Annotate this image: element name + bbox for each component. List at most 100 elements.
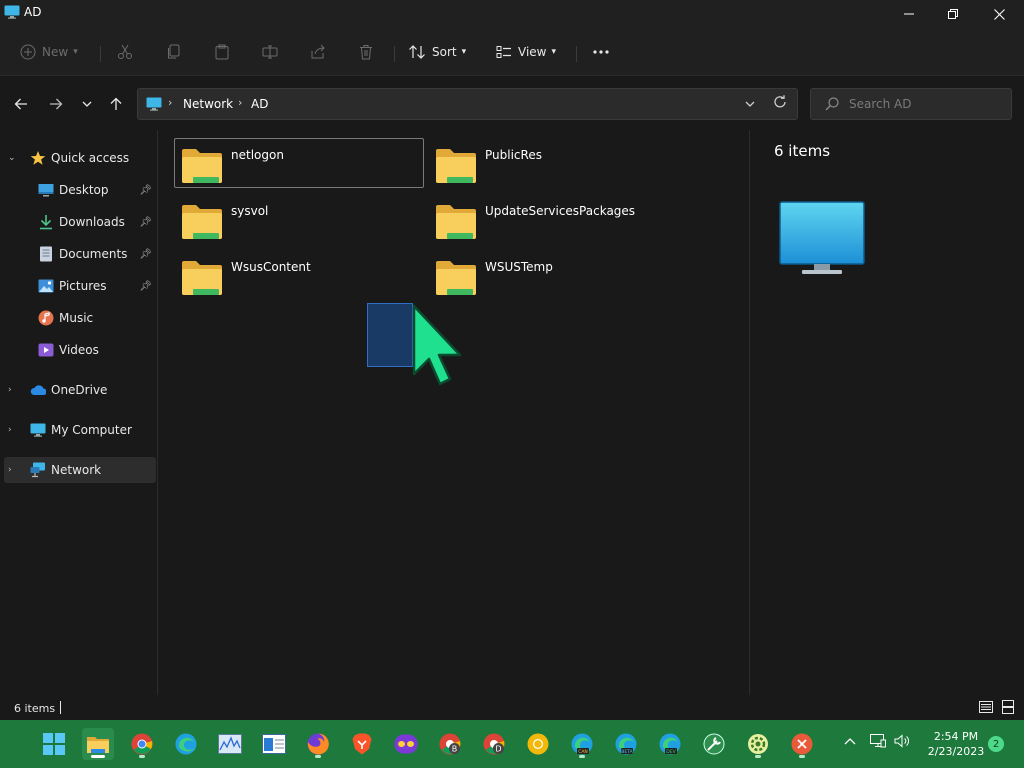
sidebar-item-quick-access[interactable]: ⌄ Quick access (4, 145, 156, 171)
desktop-icon (38, 182, 54, 198)
taskbar-mask-app[interactable] (390, 728, 422, 760)
rename-button[interactable] (262, 38, 278, 66)
breadcrumb-network[interactable]: Network (183, 97, 233, 111)
firefox-icon (307, 733, 329, 755)
address-dropdown-button[interactable] (745, 97, 755, 111)
tiles-view-button[interactable] (1000, 699, 1016, 715)
sidebar-item-downloads[interactable]: Downloads 📌︎ (4, 209, 156, 235)
sort-button[interactable]: Sort ▾ (408, 38, 466, 66)
taskbar-tool-app[interactable] (698, 728, 730, 760)
taskbar-performance-monitor[interactable] (214, 728, 246, 760)
taskbar-chrome-dev[interactable]: D (478, 728, 510, 760)
back-button[interactable] (10, 94, 32, 114)
cut-button[interactable] (117, 38, 133, 66)
pin-icon[interactable]: 📌︎ (139, 249, 152, 260)
share-button[interactable] (310, 38, 326, 66)
sidebar-item-network[interactable]: › Network (4, 457, 156, 483)
mask-icon (394, 734, 418, 754)
clock-time: 2:54 PM (933, 730, 979, 743)
copy-icon (168, 44, 180, 59)
chevron-right-icon[interactable]: › (8, 465, 12, 475)
chart-monitor-icon (218, 734, 242, 754)
taskbar-edge[interactable] (170, 728, 202, 760)
chevron-right-icon[interactable]: › (8, 385, 12, 395)
chevron-down-icon[interactable]: ⌄ (8, 153, 16, 163)
selection-marquee (367, 303, 413, 367)
recent-locations-button[interactable] (76, 94, 98, 114)
separator (100, 46, 101, 62)
refresh-button[interactable] (773, 95, 787, 113)
folder-item-wsuscontent[interactable]: WsusContent (174, 250, 424, 300)
restore-button[interactable] (930, 0, 976, 28)
wrench-gear-icon (703, 733, 725, 755)
taskbar-gear-app[interactable] (742, 728, 774, 760)
taskbar-brave[interactable] (346, 728, 378, 760)
copy-button[interactable] (166, 38, 182, 66)
status-item-count: 6 items (14, 702, 56, 715)
folder-item-updateservicespackages[interactable]: UpdateServicesPackages (428, 194, 678, 244)
svg-text:B: B (452, 745, 458, 754)
edge-canary-icon: CAN (571, 733, 593, 755)
svg-text:DEV: DEV (666, 749, 676, 755)
pin-icon[interactable]: 📌︎ (139, 217, 152, 228)
taskbar-edge-beta[interactable]: BETA (610, 728, 642, 760)
music-icon (38, 310, 54, 326)
sidebar-item-music[interactable]: Music (4, 305, 156, 331)
view-button[interactable]: View ▾ (496, 38, 556, 66)
chevron-right-icon[interactable]: › (8, 425, 12, 435)
folder-icon (436, 261, 476, 295)
folder-item-publicres[interactable]: PublicRes (428, 138, 678, 188)
sidebar-item-desktop[interactable]: Desktop 📌︎ (4, 177, 156, 203)
folder-item-sysvol[interactable]: sysvol (174, 194, 424, 244)
taskbar-chrome[interactable] (126, 728, 158, 760)
chevron-down-icon: ▾ (461, 47, 467, 57)
more-options-button[interactable] (592, 38, 610, 66)
sidebar-item-onedrive[interactable]: › OneDrive (4, 377, 156, 403)
separator (394, 46, 395, 62)
tray-overflow-button[interactable] (844, 734, 856, 749)
sidebar-item-videos[interactable]: Videos (4, 337, 156, 363)
search-box[interactable] (810, 88, 1012, 120)
taskbar-file-explorer[interactable] (82, 728, 114, 760)
address-bar[interactable]: › Network › AD (137, 88, 798, 120)
notification-badge[interactable]: 2 (988, 736, 1004, 752)
close-button[interactable] (976, 0, 1022, 28)
separator (576, 46, 577, 62)
pin-icon[interactable]: 📌︎ (139, 185, 152, 196)
document-icon (38, 246, 54, 262)
sidebar-item-pictures[interactable]: Pictures 📌︎ (4, 273, 156, 299)
taskbar-edge-canary[interactable]: CAN (566, 728, 598, 760)
speaker-icon (894, 734, 909, 748)
status-bar: 6 items (0, 695, 1024, 720)
search-input[interactable] (849, 95, 999, 113)
taskbar-edge-dev[interactable]: DEV (654, 728, 686, 760)
pin-icon[interactable]: 📌︎ (139, 281, 152, 292)
minimize-button[interactable] (886, 0, 932, 28)
sidebar-item-my-computer[interactable]: › My Computer (4, 417, 156, 443)
rename-icon (262, 45, 278, 59)
videos-icon (38, 342, 54, 358)
breadcrumb-ad[interactable]: AD (251, 97, 268, 111)
delete-button[interactable] (358, 38, 374, 66)
folder-item-wsustemp[interactable]: WSUSTemp (428, 250, 678, 300)
paste-button[interactable] (214, 38, 230, 66)
up-button[interactable] (105, 94, 127, 114)
taskbar-clock[interactable]: 2:54 PM 2/23/2023 (922, 729, 990, 759)
view-list-icon (496, 46, 511, 58)
taskbar-remote-desktop[interactable] (258, 728, 290, 760)
details-view-button[interactable] (978, 699, 994, 715)
taskbar-chrome-canary[interactable] (522, 728, 554, 760)
taskbar-x-app[interactable] (786, 728, 818, 760)
folder-item-netlogon[interactable]: netlogon (174, 138, 424, 188)
sidebar-item-documents[interactable]: Documents 📌︎ (4, 241, 156, 267)
file-list[interactable]: netlogon PublicRes sysvol UpdateServices… (160, 130, 748, 695)
restore-icon (948, 9, 958, 19)
tray-volume-button[interactable] (894, 734, 910, 752)
navigation-pane: ⌄ Quick access Desktop 📌︎ Downloads 📌︎ D… (0, 130, 158, 695)
new-button[interactable]: New ▾ (20, 38, 78, 66)
start-button[interactable] (38, 728, 70, 760)
tray-network-button[interactable] (870, 734, 886, 752)
taskbar-firefox[interactable] (302, 728, 334, 760)
taskbar-chrome-beta[interactable]: B (434, 728, 466, 760)
forward-button[interactable] (45, 94, 67, 114)
